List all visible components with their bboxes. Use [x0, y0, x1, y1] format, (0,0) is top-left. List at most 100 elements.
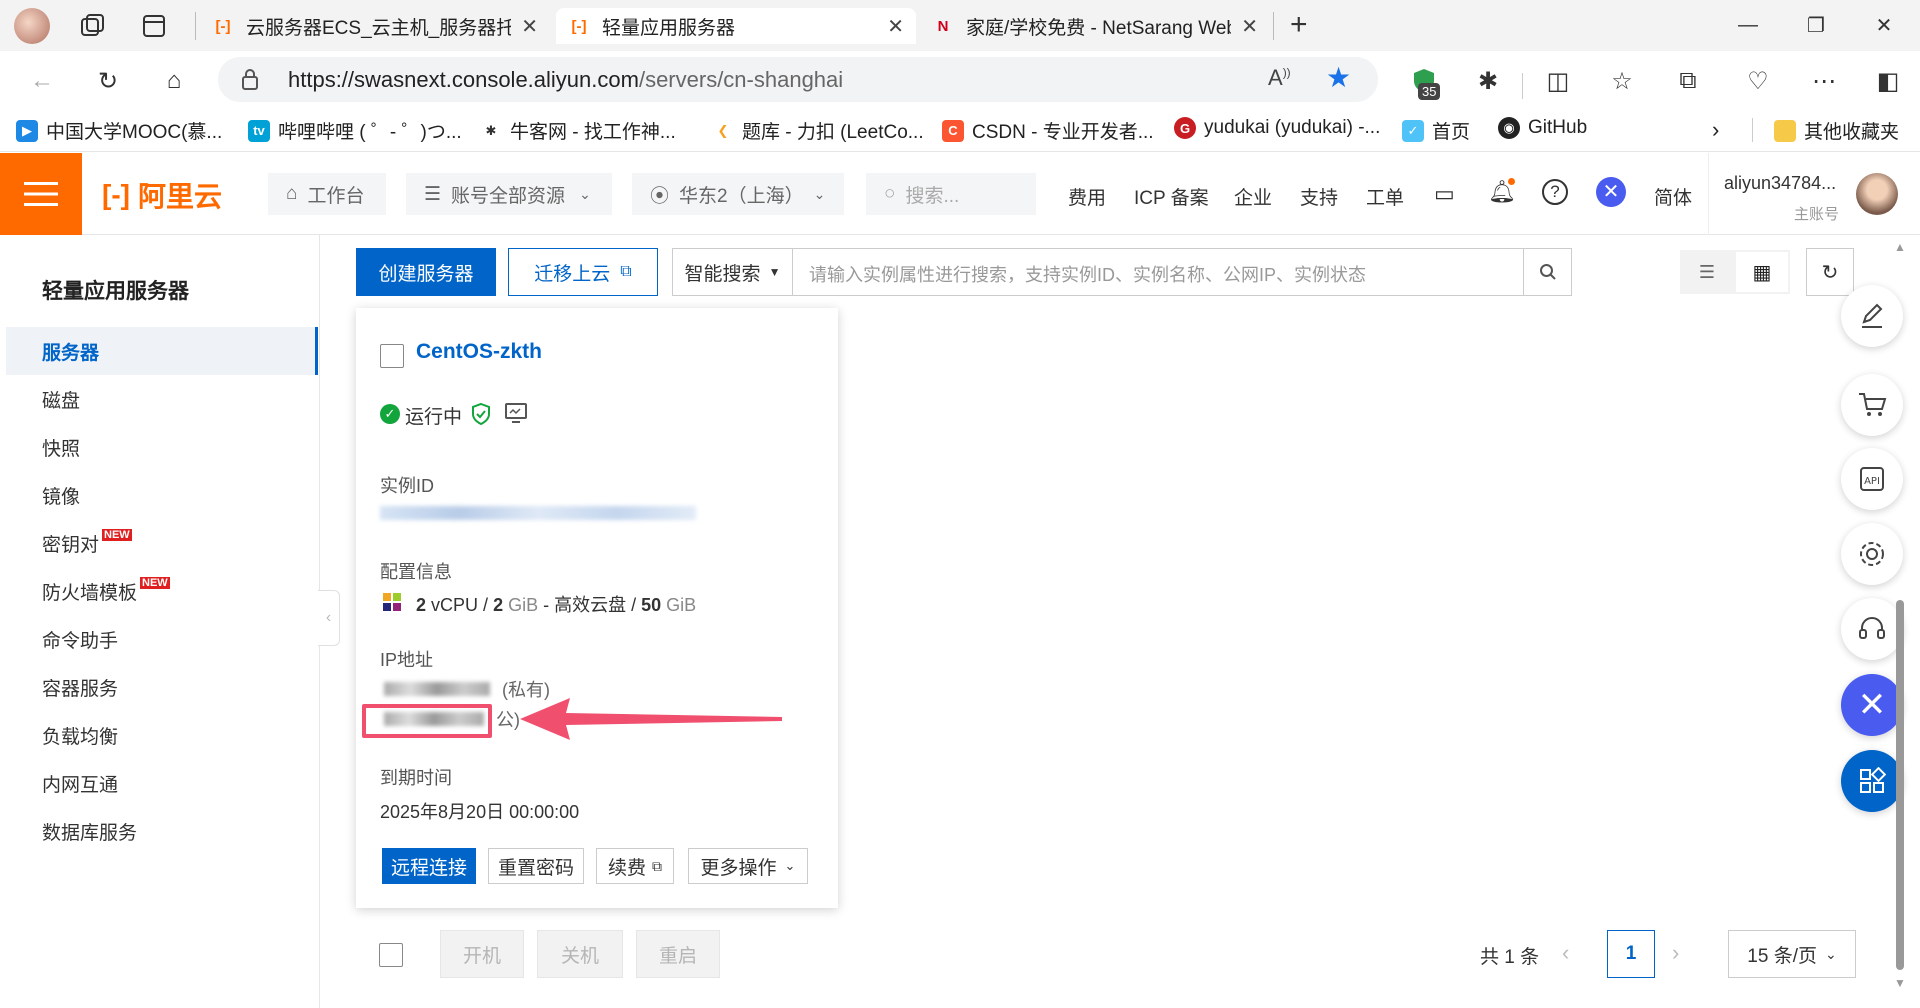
workbench-button[interactable]: ⌂ 工作台 — [268, 173, 386, 215]
tab-swas[interactable]: [-] 轻量应用服务器 ✕ — [556, 8, 916, 44]
address-bar[interactable]: https://swasnext.console.aliyun.com/serv… — [218, 57, 1378, 102]
bookmark-github[interactable]: ◉ GitHub — [1498, 117, 1587, 139]
home-icon[interactable]: ⌂ — [156, 63, 192, 99]
bookmark-gitee[interactable]: Gyudukai (yudukai) -... — [1174, 117, 1380, 139]
prev-page-icon[interactable]: ‹ — [1562, 940, 1569, 966]
create-server-button[interactable]: 创建服务器 — [356, 248, 496, 296]
page-size-select[interactable]: 15 条/页 ⌄ — [1728, 930, 1856, 978]
split-screen-icon[interactable]: ◫ — [1540, 63, 1576, 99]
assistant-icon[interactable]: ✕ — [1596, 177, 1626, 207]
sidebar-item-disks[interactable]: 磁盘 — [6, 375, 318, 423]
workspaces-icon[interactable] — [78, 12, 106, 40]
console-search-input[interactable]: ○ 搜索... — [866, 173, 1036, 215]
tab-netsarang[interactable]: N 家庭/学校免费 - NetSarang Web ✕ — [920, 8, 1270, 44]
close-icon[interactable]: ✕ — [1241, 14, 1258, 39]
browser-essentials-icon[interactable]: ♡ — [1740, 63, 1776, 99]
header-link-fees[interactable]: 费用 — [1068, 183, 1106, 210]
instance-checkbox[interactable] — [380, 344, 404, 368]
scroll-thumb[interactable] — [1896, 600, 1904, 970]
select-all-checkbox[interactable] — [379, 943, 403, 967]
assistant-icon: ✕ — [1857, 686, 1887, 724]
language-switch[interactable]: 简体 — [1654, 183, 1692, 210]
header-link-support[interactable]: 支持 — [1300, 183, 1338, 210]
memory-size: 2 — [493, 595, 504, 615]
sidebar-item-containers[interactable]: 容器服务 — [6, 663, 318, 711]
security-shield-icon[interactable] — [470, 402, 492, 431]
account-name[interactable]: aliyun34784... — [1724, 173, 1836, 194]
new-tab-button[interactable]: + — [1290, 8, 1308, 42]
instance-search-input[interactable]: 请输入实例属性进行搜索，支持实例ID、实例名称、公网IP、实例状态 — [809, 261, 1509, 287]
sidebar-item-label: 命令助手 — [42, 630, 119, 652]
read-aloud-icon[interactable]: A)) — [1268, 65, 1291, 91]
header-link-enterprise[interactable]: 企业 — [1234, 183, 1272, 210]
reset-password-button[interactable]: 重置密码 — [488, 848, 584, 884]
bookmark-bilibili[interactable]: tv 哔哩哔哩 ( ゜- ゜)つ... — [248, 117, 462, 144]
extensions-icon[interactable]: ✱ — [1470, 63, 1506, 99]
sidebar-toggle-icon[interactable]: ◧ — [1870, 63, 1906, 99]
back-icon[interactable]: ← — [24, 63, 60, 99]
sidebar-item-firewall-templates[interactable]: 防火墙模板 NEW — [6, 567, 318, 615]
help-icon[interactable]: ? — [1542, 179, 1568, 205]
grid-view-icon[interactable]: ▦ — [1736, 252, 1788, 292]
lock-icon[interactable] — [240, 67, 260, 96]
sidebar-item-label: 快照 — [42, 438, 81, 460]
smart-search-dropdown[interactable]: 智能搜索 ▼ — [673, 249, 793, 295]
avatar[interactable] — [1856, 173, 1898, 215]
sidebar-item-snapshots[interactable]: 快照 — [6, 423, 318, 471]
close-icon[interactable]: ✕ — [887, 14, 904, 39]
refresh-list-icon[interactable]: ↻ — [1806, 248, 1854, 296]
scroll-up-arrow-icon[interactable]: ▲ — [1894, 240, 1906, 254]
more-menu-icon[interactable]: ⋯ — [1806, 63, 1842, 99]
sidebar-item-load-balancer[interactable]: 负载均衡 — [6, 711, 318, 759]
sidebar-item-vpc-peering[interactable]: 内网互通 — [6, 759, 318, 807]
profile-avatar[interactable] — [14, 8, 50, 44]
bookmark-mooc[interactable]: ▶ 中国大学MOOC(慕... — [16, 117, 222, 144]
start-button[interactable]: 开机 — [440, 930, 524, 978]
sidebar-item-images[interactable]: 镜像 — [6, 471, 318, 519]
header-link-icp[interactable]: ICP 备案 — [1134, 183, 1209, 210]
search-button[interactable] — [1523, 249, 1571, 295]
scroll-down-arrow-icon[interactable]: ▼ — [1894, 976, 1906, 990]
favorites-icon[interactable]: ☆ — [1604, 63, 1640, 99]
refresh-icon[interactable]: ↻ — [90, 63, 126, 99]
migrate-button[interactable]: 迁移上云 ⧉ — [508, 248, 658, 296]
restore-button[interactable]: ❐ — [1796, 10, 1836, 40]
monitor-icon[interactable] — [504, 402, 528, 429]
sidebar-item-servers[interactable]: 服务器 — [6, 327, 318, 375]
renew-button[interactable]: 续费 ⧉ — [596, 848, 674, 884]
ip-label: IP地址 — [380, 650, 434, 670]
list-view-icon[interactable]: ☰ — [1680, 250, 1734, 294]
region-selector[interactable]: ⦿ 华东2（上海） ⌄ — [632, 173, 844, 215]
resource-selector[interactable]: ☰ 账号全部资源 ⌄ — [406, 173, 612, 215]
bookmark-home[interactable]: ✓ 首页 — [1402, 117, 1470, 144]
minimize-button[interactable]: — — [1728, 10, 1768, 40]
other-bookmarks-folder[interactable]: 其他收藏夹 — [1774, 117, 1899, 144]
tab-ecs[interactable]: [-] 云服务器ECS_云主机_服务器托管 ✕ — [200, 8, 550, 44]
page-scrollbar[interactable]: ▲ ▼ — [1892, 240, 1908, 1000]
sidebar-item-database[interactable]: 数据库服务 — [6, 807, 318, 855]
aliyun-logo[interactable]: [-] 阿里云 — [102, 175, 222, 215]
close-icon[interactable]: ✕ — [521, 14, 538, 39]
header-link-ticket[interactable]: 工单 — [1366, 183, 1404, 210]
restart-button[interactable]: 重启 — [636, 930, 720, 978]
cloud-shell-icon[interactable]: ▭ — [1434, 181, 1455, 207]
bookmark-csdn[interactable]: C CSDN - 专业开发者... — [942, 117, 1154, 144]
bookmarks-overflow-chevron-icon[interactable]: › — [1712, 117, 1719, 143]
page-1-button[interactable]: 1 — [1607, 930, 1655, 978]
stop-button[interactable]: 关机 — [537, 930, 623, 978]
next-page-icon[interactable]: › — [1672, 940, 1679, 966]
menu-icon[interactable] — [0, 153, 82, 235]
tab-actions-icon[interactable] — [140, 12, 168, 40]
more-actions-button[interactable]: 更多操作 ⌄ — [688, 848, 808, 884]
toolbar-divider — [1522, 73, 1523, 99]
collections-icon[interactable]: ⧉ — [1670, 63, 1706, 99]
instance-name-link[interactable]: CentOS-zkth — [416, 340, 542, 364]
bookmark-leetcode[interactable]: ❮ 题库 - 力扣 (LeetCo... — [712, 117, 924, 144]
bookmark-nowcoder[interactable]: ✱ 牛客网 - 找工作神... — [480, 117, 676, 144]
favorite-star-icon[interactable]: ★ — [1326, 61, 1351, 94]
sidebar-item-command-assistant[interactable]: 命令助手 — [6, 615, 318, 663]
sidebar-item-keypairs[interactable]: 密钥对 NEW — [6, 519, 318, 567]
sidebar-collapse-button[interactable]: ‹ — [318, 590, 340, 646]
close-window-button[interactable]: ✕ — [1864, 10, 1904, 40]
remote-connect-button[interactable]: 远程连接 — [382, 848, 476, 884]
